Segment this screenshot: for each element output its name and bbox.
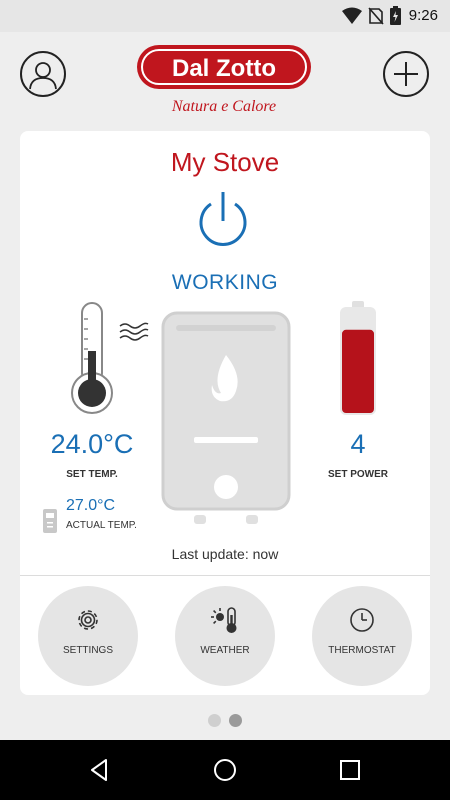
remote-device-icon: [43, 509, 57, 533]
power-level-gauge[interactable]: [338, 301, 378, 417]
weather-icon: [211, 607, 237, 633]
wifi-icon: [341, 7, 362, 24]
weather-button[interactable]: WEATHER: [175, 586, 275, 686]
settings-label: SETTINGS: [62, 645, 113, 656]
recents-icon[interactable]: [336, 756, 364, 784]
actual-temp-value: 27.0°C: [66, 497, 116, 514]
divider: [20, 575, 430, 576]
no-sim-icon: [368, 6, 384, 25]
thermostat-button[interactable]: THERMOSTAT: [312, 586, 412, 686]
app-bar: Dal Zotto Natura e Calore: [0, 32, 450, 124]
brand-logo: Dal Zotto Natura e Calore: [137, 45, 311, 115]
set-temp-value[interactable]: 24.0°C: [40, 429, 144, 460]
stove-name: My Stove: [170, 147, 280, 177]
page-dot-1[interactable]: [208, 714, 221, 727]
svg-text:Natura e Calore: Natura e Calore: [171, 98, 276, 115]
set-power-label: SET POWER: [327, 469, 388, 480]
page-indicator: [0, 714, 450, 728]
power-icon[interactable]: [192, 189, 254, 255]
gear-icon: [78, 610, 98, 630]
weather-label: WEATHER: [200, 645, 250, 656]
plus-icon: [394, 62, 418, 86]
set-temp-label: SET TEMP.: [66, 469, 118, 480]
clock-time: 9:26: [408, 7, 438, 24]
stove-card: My Stove WORKING 24.0°C SET TEMP. 27.0°C…: [20, 131, 430, 695]
profile-button[interactable]: [20, 51, 66, 97]
navigation-bar: [0, 740, 450, 800]
add-stove-button[interactable]: [383, 51, 429, 97]
settings-button[interactable]: SETTINGS: [38, 586, 138, 686]
page-dot-2[interactable]: [229, 714, 242, 727]
status-bar: 9:26: [0, 0, 450, 32]
status-icons: 9:26: [341, 6, 438, 25]
battery-charging-icon: [389, 6, 401, 25]
clock-icon: [350, 608, 374, 632]
stove-state: WORKING: [171, 271, 279, 294]
thermometer-icon[interactable]: [68, 301, 168, 421]
svg-text:Dal Zotto: Dal Zotto: [172, 55, 276, 82]
actual-temp-label: ACTUAL TEMP.: [66, 520, 137, 531]
home-icon[interactable]: [211, 756, 239, 784]
set-power-value[interactable]: 4: [310, 429, 406, 460]
last-update-text: Last update: now: [171, 546, 279, 562]
stove-illustration: [161, 311, 291, 524]
back-icon[interactable]: [86, 756, 114, 784]
person-icon: [29, 62, 57, 90]
thermostat-label: THERMOSTAT: [328, 645, 396, 656]
